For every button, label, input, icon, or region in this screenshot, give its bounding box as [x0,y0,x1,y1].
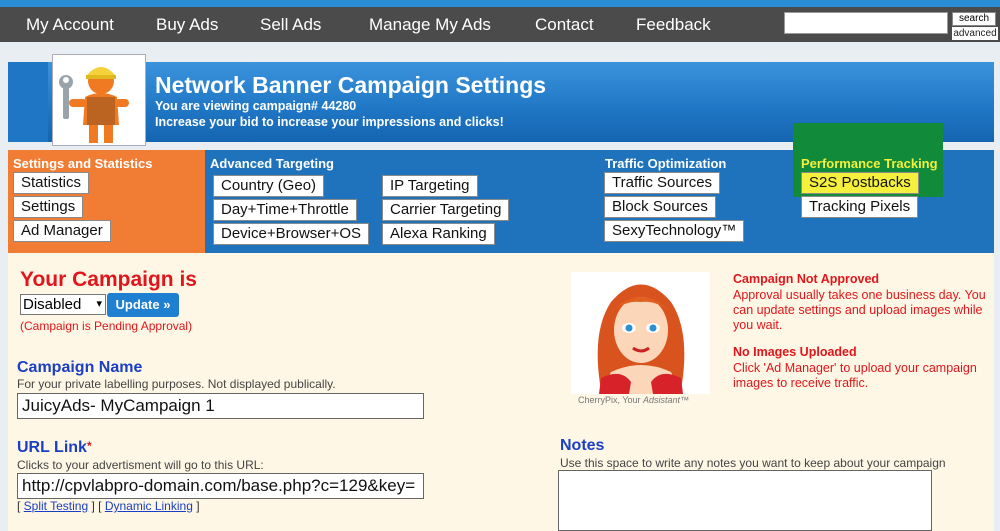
day-time-throttle-button[interactable]: Day+Time+Throttle [213,199,357,221]
assistant-caption-prefix: CherryPix, Your [578,395,644,405]
nav-manage-my-ads[interactable]: Manage My Ads [369,15,491,35]
campaign-status-title: Your Campaign is [20,268,197,291]
carrier-targeting-button[interactable]: Carrier Targeting [382,199,510,221]
update-status-button[interactable]: Update » [107,293,179,317]
assistant-caption-tm: ™ [680,395,690,405]
nav-feedback[interactable]: Feedback [636,15,711,35]
mascot-handyman-icon [59,67,129,143]
traffic-sources-button[interactable]: Traffic Sources [604,172,721,194]
header-left-strip [8,62,48,142]
url-link-help: Clicks to your advertisment will go to t… [17,458,264,472]
assistant-caption: CherryPix, Your Adsistant™ [578,395,689,405]
campaign-name-help: For your private labelling purposes. Not… [17,377,336,391]
header-tagline: Increase your bid to increase your impre… [155,115,504,129]
assistant-caption-em: Adsistant [643,395,681,405]
url-link-label-text: URL Link [17,439,87,456]
advanced-search-link[interactable]: advanced [952,27,998,40]
assistant-image [571,272,710,394]
not-approved-text: Approval usually takes one business day.… [733,288,986,332]
dynamic-linking-link[interactable]: Dynamic Linking [105,499,193,513]
notes-label: Notes [560,437,605,454]
nav-sell-ads[interactable]: Sell Ads [260,15,321,35]
not-approved-title: Campaign Not Approved [733,272,880,286]
nav-my-account[interactable]: My Account [26,15,114,35]
chevron-down-icon: ▾ [96,298,102,310]
campaign-status-select[interactable]: Disabled ▾ [20,294,106,315]
s2s-postbacks-button[interactable]: S2S Postbacks [801,172,919,194]
sexy-technology-button[interactable]: SexyTechnology™ [604,220,745,242]
campaign-id-text: You are viewing campaign# 44280 [155,99,357,113]
required-mark: * [86,439,92,453]
nav-buy-ads[interactable]: Buy Ads [156,15,218,35]
url-link-input[interactable]: http://cpvlabpro-domain.com/base.php?c=1… [17,473,424,499]
ip-targeting-button[interactable]: IP Targeting [382,175,478,197]
campaign-name-label: Campaign Name [17,359,143,376]
alexa-ranking-button[interactable]: Alexa Ranking [382,223,495,245]
country-geo-button[interactable]: Country (Geo) [213,175,325,197]
campaign-status-value: Disabled [23,296,82,313]
search-button[interactable]: search [952,12,996,26]
search-input[interactable] [784,12,948,34]
statistics-button[interactable]: Statistics [13,172,90,194]
url-tools-links: [ Split Testing ] [ Dynamic Linking ] [17,499,200,513]
ad-manager-button[interactable]: Ad Manager [13,220,111,242]
page-title: Network Banner Campaign Settings [155,72,547,98]
pending-approval-text: (Campaign is Pending Approval) [20,319,193,333]
notes-textarea[interactable] [558,470,932,531]
no-images-title: No Images Uploaded [733,345,857,359]
section-title-advanced-targeting: Advanced Targeting [210,156,335,171]
section-title-performance-tracking: Performance Tracking [801,156,938,171]
nav-contact[interactable]: Contact [535,15,594,35]
settings-button[interactable]: Settings [13,196,84,218]
section-title-settings-stats: Settings and Statistics [13,156,153,171]
device-browser-os-button[interactable]: Device+Browser+OS [213,223,370,245]
campaign-name-input[interactable]: JuicyAds- MyCampaign 1 [17,393,424,419]
split-testing-link[interactable]: Split Testing [24,499,88,513]
no-images-text: Click 'Ad Manager' to upload your campai… [733,361,977,390]
tracking-pixels-button[interactable]: Tracking Pixels [801,196,919,218]
notes-help: Use this space to write any notes you wa… [560,456,946,470]
url-link-label: URL Link* [17,439,92,457]
section-title-traffic-optimization: Traffic Optimization [605,156,727,171]
mascot-avatar [52,54,146,146]
assistant-character-icon [597,284,685,394]
block-sources-button[interactable]: Block Sources [604,196,716,218]
